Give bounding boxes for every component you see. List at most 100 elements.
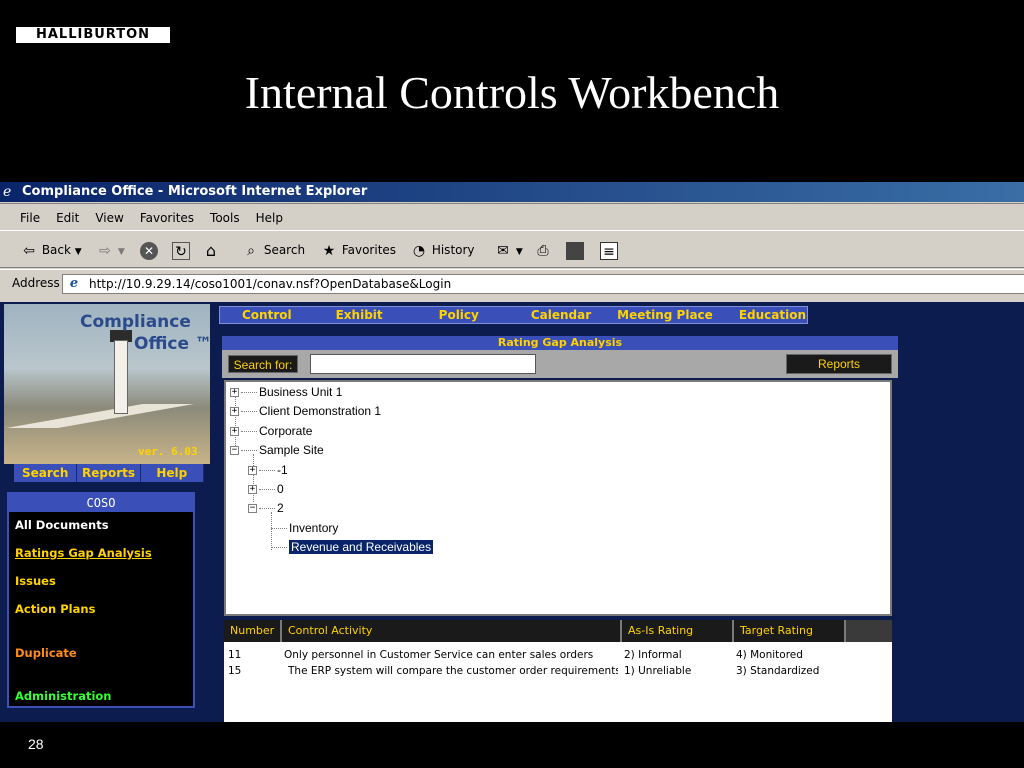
expand-icon[interactable]: + — [248, 485, 257, 495]
page-content: Compliance Office ™ ver. 6.03 Search Rep… — [0, 302, 1024, 722]
tree-node-label: Sample Site — [259, 443, 324, 457]
print-button[interactable]: ⎙ — [534, 240, 552, 260]
halliburton-logo: HALLIBURTON — [16, 27, 170, 43]
mail-button[interactable]: ✉ ▼ — [494, 240, 523, 260]
top-nav-control[interactable]: Control — [242, 307, 292, 323]
collapse-icon[interactable]: − — [230, 446, 239, 456]
search-button[interactable]: ⌕ Search — [242, 240, 305, 260]
cell-target: 4) Monitored — [736, 649, 803, 661]
expand-icon[interactable]: + — [230, 388, 239, 398]
top-nav: Control Exhibit Policy Calendar Meeting … — [219, 306, 808, 324]
brand-line-1: Compliance — [80, 312, 191, 332]
column-header-as-is-rating[interactable]: As-Is Rating — [622, 620, 734, 642]
tree-node[interactable]: + Client Demonstration 1 — [230, 403, 381, 419]
collapse-icon[interactable]: − — [248, 504, 257, 514]
search-row: Search for: Reports — [222, 350, 898, 378]
coso-duplicate[interactable]: Duplicate — [15, 646, 77, 660]
top-nav-policy[interactable]: Policy — [439, 307, 479, 323]
favorites-label: Favorites — [341, 243, 397, 257]
slide-page-number: 28 — [28, 736, 44, 752]
tree-node[interactable]: Inventory — [271, 520, 338, 536]
reports-button[interactable]: Reports — [786, 354, 892, 374]
history-button[interactable]: ◔ History — [410, 240, 475, 260]
tree-node-label: Revenue and Receivables — [289, 540, 434, 554]
sidebar-nav: Search Reports Help — [14, 464, 204, 482]
search-input[interactable] — [310, 354, 536, 374]
menu-help[interactable]: Help — [248, 204, 291, 232]
tree-node[interactable]: + Corporate — [230, 423, 312, 439]
cell-number: 11 — [228, 649, 242, 661]
menu-tools[interactable]: Tools — [202, 204, 248, 232]
tree-node-label: -1 — [277, 463, 288, 477]
menu-edit[interactable]: Edit — [48, 204, 87, 232]
edit-button[interactable] — [566, 240, 584, 260]
top-nav-meeting-place[interactable]: Meeting Place — [617, 307, 713, 323]
mail-icon: ✉ — [497, 242, 509, 259]
back-button[interactable]: ⇦ Back ▼ — [20, 240, 82, 260]
favorites-button[interactable]: ★ Favorites — [320, 240, 396, 260]
cell-target: 3) Standardized — [736, 665, 820, 677]
sidebar-help-link[interactable]: Help — [141, 464, 204, 482]
sidebar-search-link[interactable]: Search — [14, 464, 78, 482]
forward-dropdown-icon: ▼ — [117, 247, 125, 257]
coso-all-documents[interactable]: All Documents — [15, 518, 109, 532]
table-header: Number Control Activity As-Is Rating Tar… — [224, 620, 892, 642]
stop-icon: ✕ — [140, 241, 158, 260]
history-label: History — [431, 243, 475, 257]
ie-icon: e — [3, 184, 12, 200]
favorites-icon: ★ — [322, 242, 336, 259]
home-button[interactable]: ⌂ — [202, 240, 220, 260]
column-header-control-activity[interactable]: Control Activity — [282, 620, 622, 642]
address-label: Address — [12, 276, 60, 290]
refresh-button[interactable]: ↻ — [172, 240, 190, 260]
menu-favorites[interactable]: Favorites — [132, 204, 202, 232]
cell-as-is: 1) Unreliable — [624, 665, 692, 677]
back-arrow-icon: ⇦ — [23, 242, 35, 259]
tree-node-label: Inventory — [289, 521, 339, 535]
document-icon: ≡ — [600, 241, 618, 260]
tree-node[interactable]: −2 — [248, 500, 284, 516]
expand-icon[interactable]: + — [230, 407, 239, 417]
browser-window: Compliance Office - Microsoft Internet E… — [0, 182, 1024, 722]
coso-action-plans[interactable]: Action Plans — [15, 602, 95, 616]
page-icon: e — [69, 276, 79, 291]
window-title: Compliance Office - Microsoft Internet E… — [22, 184, 368, 199]
address-input[interactable]: http://10.9.29.14/coso1001/conav.nsf?Ope… — [62, 274, 1024, 294]
tree-node[interactable]: − Sample Site — [230, 442, 324, 458]
expand-icon[interactable]: + — [248, 466, 257, 476]
cell-as-is: 2) Informal — [624, 649, 682, 661]
menu-file[interactable]: File — [12, 204, 48, 232]
sidebar-reports-link[interactable]: Reports — [77, 464, 141, 482]
coso-administration[interactable]: Administration — [15, 689, 112, 703]
version-label: ver. 6.03 — [138, 445, 198, 458]
search-label: Search — [263, 243, 306, 257]
brand-line-2: Office ™ — [134, 334, 212, 354]
history-icon: ◔ — [412, 242, 426, 259]
column-header-target-rating[interactable]: Target Rating — [734, 620, 846, 642]
tree-node[interactable]: + -1 — [248, 462, 288, 478]
site-tree: + Business Unit 1 + Client Demonstration 1… — [224, 380, 892, 616]
column-header-spacer — [846, 620, 892, 642]
coso-issues[interactable]: Issues — [15, 574, 56, 588]
tree-node[interactable]: +0 — [248, 481, 284, 497]
tree-node[interactable]: + Business Unit 1 — [230, 384, 342, 400]
tree-node-selected[interactable]: Revenue and Receivables — [271, 539, 434, 555]
forward-button[interactable]: ⇨ ▼ — [96, 240, 125, 260]
top-nav-education[interactable]: Education — [739, 307, 806, 323]
top-nav-calendar[interactable]: Calendar — [531, 307, 591, 323]
table-row[interactable]: 15 The ERP system will compare the custo… — [224, 664, 892, 679]
search-icon: ⌕ — [247, 242, 255, 259]
discuss-button[interactable]: ≡ — [600, 240, 618, 260]
stop-button[interactable]: ✕ — [140, 240, 158, 260]
table-row[interactable]: 11 Only personnel in Customer Service ca… — [224, 648, 892, 663]
top-nav-exhibit[interactable]: Exhibit — [336, 307, 383, 323]
forward-arrow-icon: ⇨ — [99, 242, 111, 259]
mail-dropdown-icon: ▼ — [515, 247, 523, 257]
menu-view[interactable]: View — [87, 204, 131, 232]
search-for-label: Search for: — [228, 355, 298, 373]
menu-bar: File Edit View Favorites Tools Help — [0, 203, 1024, 231]
column-header-number[interactable]: Number — [224, 620, 282, 642]
coso-ratings-gap-analysis[interactable]: Ratings Gap Analysis — [15, 546, 152, 560]
expand-icon[interactable]: + — [230, 427, 239, 437]
refresh-icon: ↻ — [172, 241, 190, 260]
